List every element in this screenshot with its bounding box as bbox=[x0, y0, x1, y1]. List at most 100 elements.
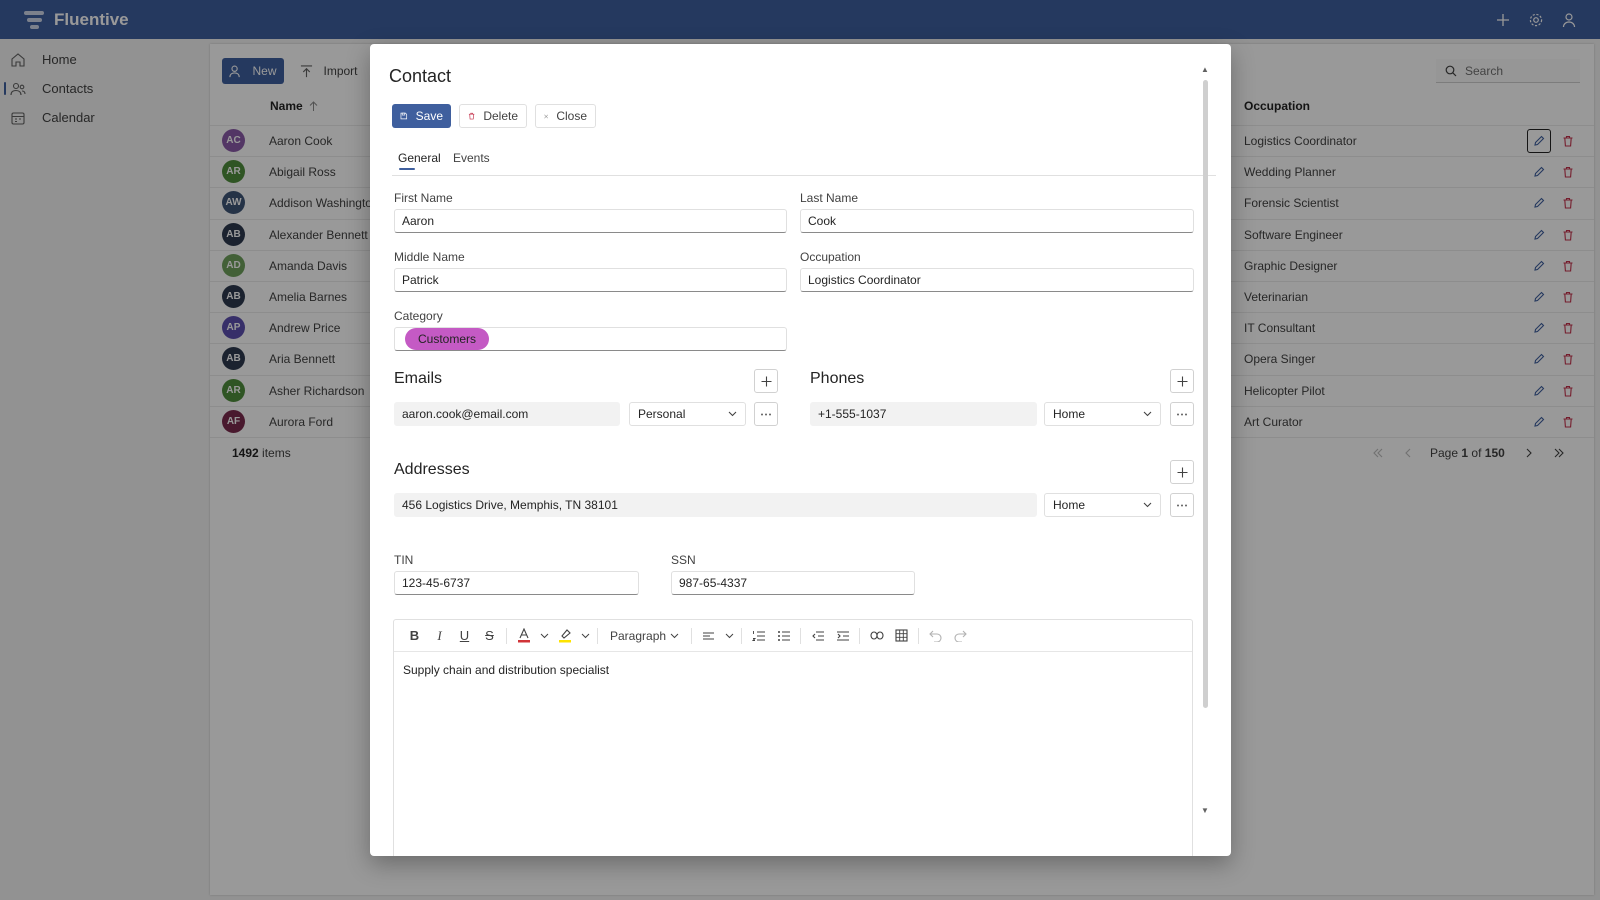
email-type-value: Personal bbox=[638, 407, 686, 421]
save-button-label: Save bbox=[415, 109, 443, 123]
middle-name-field[interactable]: Patrick bbox=[394, 268, 787, 292]
chevron-down-icon bbox=[1143, 502, 1152, 508]
chevron-down-icon[interactable] bbox=[721, 624, 737, 648]
contact-dialog: Contact Save Delete Close General Events… bbox=[370, 44, 1231, 856]
email-value: aaron.cook@email.com bbox=[402, 407, 529, 421]
last-name-label: Last Name bbox=[800, 191, 859, 205]
paragraph-format-value: Paragraph bbox=[610, 628, 667, 643]
addresses-section-title: Addresses bbox=[394, 461, 470, 478]
toolbar-separator bbox=[800, 627, 802, 644]
delete-button-label: Delete bbox=[483, 109, 518, 123]
close-icon bbox=[544, 114, 549, 118]
notes-content[interactable]: Supply chain and distribution specialist bbox=[403, 663, 609, 677]
align-icon[interactable] bbox=[696, 624, 721, 648]
tab-events[interactable]: Events bbox=[453, 151, 490, 165]
bold-icon[interactable]: B bbox=[402, 624, 427, 648]
chevron-down-icon bbox=[728, 411, 737, 417]
numbered-list-icon[interactable] bbox=[746, 624, 771, 648]
address-value: 456 Logistics Drive, Memphis, TN 38101 bbox=[402, 498, 618, 512]
plus-icon bbox=[1177, 467, 1187, 477]
font-color-icon[interactable] bbox=[511, 624, 536, 648]
first-name-field[interactable]: Aaron bbox=[394, 209, 787, 233]
chevron-down-icon bbox=[670, 633, 679, 638]
scroll-down-arrow[interactable]: ▼ bbox=[1201, 806, 1209, 815]
tin-field[interactable]: 123-45-6737 bbox=[394, 571, 639, 595]
delete-button[interactable]: Delete bbox=[459, 104, 527, 128]
close-button-label: Close bbox=[556, 109, 587, 123]
email-more-button[interactable] bbox=[754, 402, 778, 426]
last-name-field[interactable]: Cook bbox=[800, 209, 1194, 233]
indent-icon[interactable] bbox=[830, 624, 855, 648]
emails-section-title: Emails bbox=[394, 370, 443, 387]
trash-icon bbox=[468, 112, 475, 120]
editor-toolbar: B I U S Paragraph bbox=[394, 620, 1192, 652]
phone-type-select[interactable]: Home bbox=[1044, 402, 1161, 426]
notes-editor[interactable]: B I U S Paragraph Supply chain and distr… bbox=[393, 619, 1193, 856]
tab-general[interactable]: General bbox=[398, 151, 441, 165]
undo-icon[interactable] bbox=[923, 624, 948, 648]
ssn-field[interactable]: 987-65-4337 bbox=[671, 571, 915, 595]
occupation-field[interactable]: Logistics Coordinator bbox=[800, 268, 1194, 292]
email-field[interactable]: aaron.cook@email.com bbox=[394, 402, 620, 426]
outdent-icon[interactable] bbox=[805, 624, 830, 648]
first-name-label: First Name bbox=[394, 191, 453, 205]
category-label: Category bbox=[394, 309, 443, 323]
phone-value: +1-555-1037 bbox=[818, 407, 887, 421]
middle-name-label: Middle Name bbox=[394, 250, 465, 264]
tin-label: TIN bbox=[394, 553, 414, 567]
phone-field[interactable]: +1-555-1037 bbox=[810, 402, 1037, 426]
dialog-title: Contact bbox=[389, 66, 452, 86]
occupation-value: Logistics Coordinator bbox=[808, 273, 921, 287]
italic-icon[interactable]: I bbox=[427, 624, 452, 648]
save-button[interactable]: Save bbox=[392, 104, 451, 128]
scroll-up-arrow[interactable]: ▲ bbox=[1201, 65, 1209, 74]
phone-more-button[interactable] bbox=[1170, 402, 1194, 426]
add-email-button[interactable] bbox=[754, 369, 778, 393]
plus-icon bbox=[1177, 376, 1187, 386]
paragraph-format-select[interactable]: Paragraph bbox=[602, 629, 687, 643]
toolbar-separator bbox=[691, 627, 693, 644]
more-horizontal-icon bbox=[1177, 504, 1187, 506]
redo-icon[interactable] bbox=[948, 624, 973, 648]
ssn-label: SSN bbox=[671, 553, 696, 567]
address-type-select[interactable]: Home bbox=[1044, 493, 1161, 517]
table-icon[interactable] bbox=[889, 624, 914, 648]
address-field[interactable]: 456 Logistics Drive, Memphis, TN 38101 bbox=[394, 493, 1037, 517]
more-horizontal-icon bbox=[761, 413, 771, 415]
phones-section-title: Phones bbox=[810, 370, 865, 387]
bullet-list-icon[interactable] bbox=[771, 624, 796, 648]
last-name-value: Cook bbox=[808, 214, 837, 228]
more-horizontal-icon bbox=[1177, 413, 1187, 415]
add-address-button[interactable] bbox=[1170, 460, 1194, 484]
save-icon bbox=[400, 112, 408, 120]
strikethrough-icon[interactable]: S bbox=[477, 624, 502, 648]
link-icon[interactable] bbox=[864, 624, 889, 648]
add-phone-button[interactable] bbox=[1170, 369, 1194, 393]
chevron-down-icon[interactable] bbox=[536, 624, 552, 648]
toolbar-separator bbox=[859, 627, 861, 644]
toolbar-separator bbox=[918, 627, 920, 644]
category-field[interactable]: Customers bbox=[394, 327, 787, 351]
active-tab-indicator bbox=[399, 168, 415, 170]
chevron-down-icon[interactable] bbox=[577, 624, 593, 648]
ssn-value: 987-65-4337 bbox=[679, 576, 748, 590]
toolbar-separator bbox=[741, 627, 743, 644]
close-button[interactable]: Close bbox=[535, 104, 596, 128]
category-tag[interactable]: Customers bbox=[405, 328, 490, 350]
scrollbar-thumb[interactable] bbox=[1203, 80, 1208, 708]
tab-divider bbox=[392, 175, 1216, 176]
tin-value: 123-45-6737 bbox=[402, 576, 471, 590]
email-type-select[interactable]: Personal bbox=[629, 402, 746, 426]
first-name-value: Aaron bbox=[402, 214, 435, 228]
highlight-icon[interactable] bbox=[552, 624, 577, 648]
chevron-down-icon bbox=[1143, 411, 1152, 417]
toolbar-separator bbox=[597, 627, 598, 644]
plus-icon bbox=[761, 376, 771, 386]
address-type-value: Home bbox=[1053, 498, 1086, 512]
address-more-button[interactable] bbox=[1170, 493, 1194, 517]
underline-icon[interactable]: U bbox=[452, 624, 477, 648]
toolbar-separator bbox=[506, 627, 507, 644]
occupation-label: Occupation bbox=[800, 250, 861, 264]
middle-name-value: Patrick bbox=[402, 273, 439, 287]
phone-type-value: Home bbox=[1053, 407, 1086, 421]
